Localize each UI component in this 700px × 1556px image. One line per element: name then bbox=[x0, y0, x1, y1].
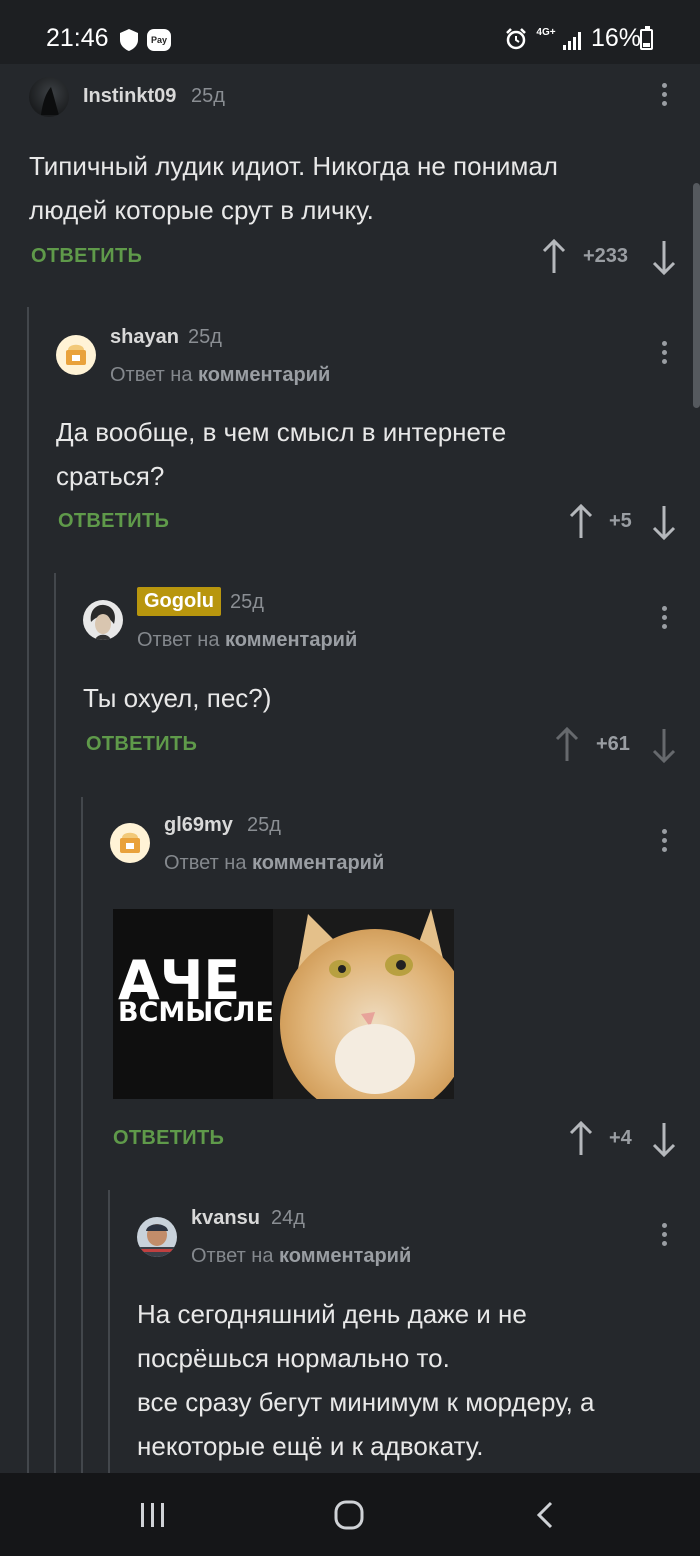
reply-prefix: Ответ на bbox=[137, 629, 220, 651]
text-line: все сразу бегут минимум к мордеру, а bbox=[137, 1387, 595, 1417]
pay-icon: Pay bbox=[147, 29, 171, 51]
comment-text: Да вообще, в чем смысл в интернете срать… bbox=[56, 410, 506, 498]
meme-image[interactable]: АЧЕ ВСМЫСЛЕ bbox=[113, 909, 454, 1099]
avatar[interactable] bbox=[137, 1217, 177, 1257]
comment-date: 25д bbox=[247, 814, 281, 836]
text-line: Типичный лудик идиот. Никогда не понимал bbox=[29, 151, 558, 181]
downvote-arrow-icon[interactable] bbox=[650, 237, 678, 277]
reply-prefix: Ответ на bbox=[110, 364, 193, 386]
text-line: Да вообще, в чем смысл в интернете bbox=[56, 417, 507, 447]
vote-controls: +5 bbox=[567, 502, 680, 542]
more-options-icon[interactable] bbox=[659, 341, 669, 369]
comment-date: 25д bbox=[188, 326, 222, 348]
alarm-icon bbox=[506, 28, 526, 50]
comment-text: Типичный лудик идиот. Никогда не понимал… bbox=[29, 144, 558, 232]
text-line: На сегодняшний день даже и не bbox=[137, 1299, 527, 1329]
system-navigation-bar bbox=[0, 1473, 700, 1556]
username[interactable]: kvansu bbox=[191, 1207, 260, 1230]
scrollbar[interactable] bbox=[693, 183, 700, 408]
text-line: посрёшься нормально то. bbox=[137, 1343, 450, 1373]
thread-line[interactable] bbox=[54, 573, 56, 1473]
upvote-arrow-icon[interactable] bbox=[567, 502, 595, 542]
downvote-arrow-icon[interactable] bbox=[650, 502, 678, 542]
vote-count: +233 bbox=[583, 245, 629, 267]
text-line: Ты охуел, пес?) bbox=[83, 683, 272, 713]
comment-date: 24д bbox=[271, 1207, 305, 1229]
comment-date: 25д bbox=[230, 591, 264, 613]
vote-count: +5 bbox=[609, 510, 632, 532]
text-line: некоторые ещё и к адвокату. bbox=[137, 1431, 484, 1461]
reply-button[interactable]: ОТВЕТИТЬ bbox=[113, 1127, 224, 1150]
home-icon[interactable] bbox=[333, 1499, 365, 1531]
thread-line[interactable] bbox=[108, 1190, 110, 1473]
reply-target-link[interactable]: комментарий bbox=[198, 364, 330, 386]
more-options-icon[interactable] bbox=[659, 1223, 669, 1251]
upvote-arrow-icon[interactable] bbox=[567, 1119, 595, 1159]
upvote-arrow-icon[interactable] bbox=[553, 725, 581, 765]
avatar[interactable] bbox=[29, 77, 69, 117]
status-time: 21:46 bbox=[46, 24, 109, 52]
text-line: людей которые срут в личку. bbox=[29, 195, 374, 225]
signal-icon bbox=[563, 32, 581, 50]
reply-to-line: Ответ на комментарий bbox=[191, 1245, 411, 1268]
more-options-icon[interactable] bbox=[659, 829, 669, 857]
reply-to-line: Ответ на комментарий bbox=[137, 629, 357, 652]
back-icon[interactable] bbox=[533, 1500, 557, 1530]
vote-count: +4 bbox=[609, 1127, 632, 1149]
username-badge[interactable]: Gogolu bbox=[137, 587, 221, 616]
comment-date: 25д bbox=[191, 85, 225, 107]
more-options-icon[interactable] bbox=[659, 83, 669, 111]
reply-to-line: Ответ на комментарий bbox=[110, 364, 330, 387]
comment-text: На сегодняшний день даже и не посрёшься … bbox=[137, 1292, 595, 1468]
shield-icon bbox=[120, 29, 138, 51]
vote-count: +61 bbox=[596, 733, 630, 755]
downvote-arrow-icon[interactable] bbox=[650, 1119, 678, 1159]
battery-percent: 16% bbox=[591, 24, 642, 52]
username[interactable]: gl69my bbox=[164, 814, 233, 837]
username[interactable]: shayan bbox=[110, 326, 179, 349]
reply-to-line: Ответ на комментарий bbox=[164, 852, 384, 875]
network-indicator: 4G+ bbox=[536, 27, 556, 38]
reply-button[interactable]: ОТВЕТИТЬ bbox=[58, 510, 169, 533]
battery-icon bbox=[640, 26, 653, 50]
upvote-arrow-icon[interactable] bbox=[540, 237, 568, 277]
reply-target-link[interactable]: комментарий bbox=[225, 629, 357, 651]
status-bar: 21:46 Pay 4G+ 16% bbox=[0, 0, 700, 64]
reply-target-link[interactable]: комментарий bbox=[252, 852, 384, 874]
reply-button[interactable]: ОТВЕТИТЬ bbox=[31, 245, 142, 268]
downvote-arrow-icon[interactable] bbox=[650, 725, 678, 765]
vote-controls: +4 bbox=[567, 1119, 680, 1159]
username[interactable]: Instinkt09 bbox=[83, 85, 176, 108]
more-options-icon[interactable] bbox=[659, 606, 669, 634]
thread-line[interactable] bbox=[27, 307, 29, 1473]
thread-line[interactable] bbox=[81, 797, 83, 1473]
text-line: сраться? bbox=[56, 461, 165, 491]
reply-target-link[interactable]: комментарий bbox=[279, 1245, 411, 1267]
meme-caption-line2: ВСМЫСЛЕ bbox=[118, 997, 274, 1028]
comment-text: Ты охуел, пес?) bbox=[83, 676, 271, 720]
avatar[interactable] bbox=[110, 823, 150, 863]
vote-controls: +233 bbox=[540, 237, 680, 277]
vote-controls: +61 bbox=[553, 725, 680, 765]
reply-prefix: Ответ на bbox=[164, 852, 247, 874]
reply-button[interactable]: ОТВЕТИТЬ bbox=[86, 733, 197, 756]
reply-prefix: Ответ на bbox=[191, 1245, 274, 1267]
avatar[interactable] bbox=[56, 335, 96, 375]
avatar[interactable] bbox=[83, 600, 123, 640]
recent-apps-icon[interactable] bbox=[139, 1501, 167, 1529]
